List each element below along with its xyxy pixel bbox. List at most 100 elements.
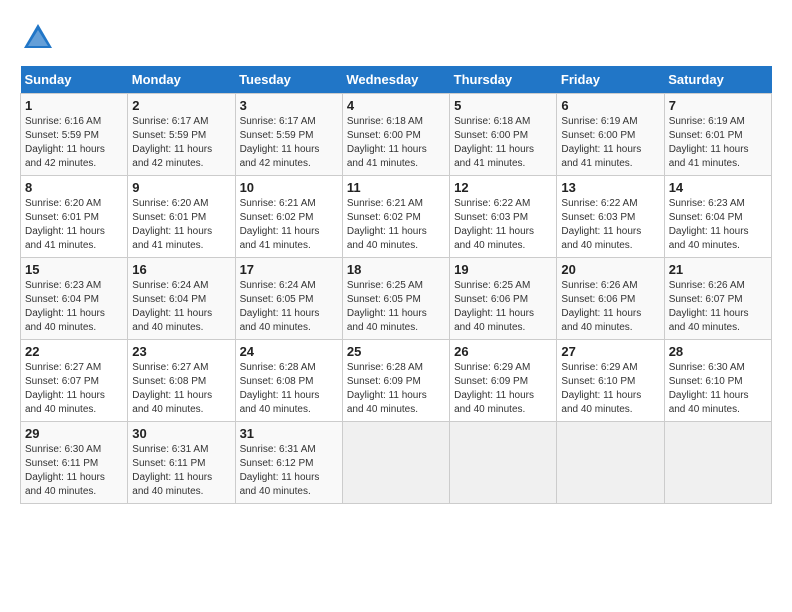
day-info: Sunrise: 6:16 AM Sunset: 5:59 PM Dayligh… [25, 115, 123, 171]
header-friday: Friday [557, 66, 664, 94]
day-info: Sunrise: 6:25 AM Sunset: 6:05 PM Dayligh… [347, 279, 445, 335]
day-info: Sunrise: 6:18 AM Sunset: 6:00 PM Dayligh… [454, 115, 552, 171]
week-row-4: 29Sunrise: 6:30 AM Sunset: 6:11 PM Dayli… [21, 422, 772, 504]
calendar-cell: 30 Sunrise: 6:31 AM Sunset: 6:11 PM Dayli… [128, 422, 235, 504]
day-number: 28 [669, 344, 767, 359]
header-saturday: Saturday [664, 66, 771, 94]
day-info: Sunrise: 6:17 AM Sunset: 5:59 PM Dayligh… [240, 115, 338, 171]
day-number: 26 [454, 344, 552, 359]
calendar-cell: 20 Sunrise: 6:26 AM Sunset: 6:06 PM Dayli… [557, 258, 664, 340]
calendar-cell [664, 422, 771, 504]
day-number: 21 [669, 262, 767, 277]
calendar-cell [557, 422, 664, 504]
calendar-cell: 29Sunrise: 6:30 AM Sunset: 6:11 PM Dayli… [21, 422, 128, 504]
day-info: Sunrise: 6:23 AM Sunset: 6:04 PM Dayligh… [669, 197, 767, 253]
calendar-cell: 4 Sunrise: 6:18 AM Sunset: 6:00 PM Daylig… [342, 94, 449, 176]
calendar-cell: 11 Sunrise: 6:21 AM Sunset: 6:02 PM Dayli… [342, 176, 449, 258]
day-info: Sunrise: 6:22 AM Sunset: 6:03 PM Dayligh… [454, 197, 552, 253]
day-number: 15 [25, 262, 123, 277]
day-number: 24 [240, 344, 338, 359]
day-number: 19 [454, 262, 552, 277]
header [20, 20, 772, 56]
calendar-cell: 23 Sunrise: 6:27 AM Sunset: 6:08 PM Dayli… [128, 340, 235, 422]
day-info: Sunrise: 6:19 AM Sunset: 6:00 PM Dayligh… [561, 115, 659, 171]
calendar-cell: 31Sunrise: 6:31 AM Sunset: 6:12 PM Dayli… [235, 422, 342, 504]
day-number: 11 [347, 180, 445, 195]
header-tuesday: Tuesday [235, 66, 342, 94]
day-info: Sunrise: 6:24 AM Sunset: 6:05 PM Dayligh… [240, 279, 338, 335]
day-info: Sunrise: 6:31 AM Sunset: 6:11 PM Dayligh… [132, 443, 230, 499]
calendar-cell: 21 Sunrise: 6:26 AM Sunset: 6:07 PM Dayli… [664, 258, 771, 340]
calendar-table: SundayMondayTuesdayWednesdayThursdayFrid… [20, 66, 772, 504]
day-number: 13 [561, 180, 659, 195]
day-info: Sunrise: 6:28 AM Sunset: 6:09 PM Dayligh… [347, 361, 445, 417]
week-row-3: 22 Sunrise: 6:27 AM Sunset: 6:07 PM Dayli… [21, 340, 772, 422]
header-sunday: Sunday [21, 66, 128, 94]
calendar-cell: 28 Sunrise: 6:30 AM Sunset: 6:10 PM Dayli… [664, 340, 771, 422]
day-number: 1 [25, 98, 123, 113]
calendar-cell [450, 422, 557, 504]
calendar-cell: 5 Sunrise: 6:18 AM Sunset: 6:00 PM Daylig… [450, 94, 557, 176]
day-info: Sunrise: 6:20 AM Sunset: 6:01 PM Dayligh… [132, 197, 230, 253]
day-info: Sunrise: 6:22 AM Sunset: 6:03 PM Dayligh… [561, 197, 659, 253]
day-info: Sunrise: 6:19 AM Sunset: 6:01 PM Dayligh… [669, 115, 767, 171]
day-info: Sunrise: 6:28 AM Sunset: 6:08 PM Dayligh… [240, 361, 338, 417]
header-row: SundayMondayTuesdayWednesdayThursdayFrid… [21, 66, 772, 94]
day-info: Sunrise: 6:29 AM Sunset: 6:10 PM Dayligh… [561, 361, 659, 417]
day-info: Sunrise: 6:29 AM Sunset: 6:09 PM Dayligh… [454, 361, 552, 417]
day-info: Sunrise: 6:26 AM Sunset: 6:06 PM Dayligh… [561, 279, 659, 335]
calendar-cell: 7 Sunrise: 6:19 AM Sunset: 6:01 PM Daylig… [664, 94, 771, 176]
calendar-cell: 27 Sunrise: 6:29 AM Sunset: 6:10 PM Dayli… [557, 340, 664, 422]
day-number: 22 [25, 344, 123, 359]
calendar-cell: 9 Sunrise: 6:20 AM Sunset: 6:01 PM Daylig… [128, 176, 235, 258]
header-thursday: Thursday [450, 66, 557, 94]
calendar-cell: 10 Sunrise: 6:21 AM Sunset: 6:02 PM Dayli… [235, 176, 342, 258]
calendar-cell: 26 Sunrise: 6:29 AM Sunset: 6:09 PM Dayli… [450, 340, 557, 422]
calendar-cell [342, 422, 449, 504]
day-info: Sunrise: 6:27 AM Sunset: 6:08 PM Dayligh… [132, 361, 230, 417]
week-row-1: 8 Sunrise: 6:20 AM Sunset: 6:01 PM Daylig… [21, 176, 772, 258]
header-monday: Monday [128, 66, 235, 94]
day-info: Sunrise: 6:24 AM Sunset: 6:04 PM Dayligh… [132, 279, 230, 335]
calendar-cell: 2 Sunrise: 6:17 AM Sunset: 5:59 PM Daylig… [128, 94, 235, 176]
day-info: Sunrise: 6:17 AM Sunset: 5:59 PM Dayligh… [132, 115, 230, 171]
day-info: Sunrise: 6:18 AM Sunset: 6:00 PM Dayligh… [347, 115, 445, 171]
calendar-cell: 19Sunrise: 6:25 AM Sunset: 6:06 PM Dayli… [450, 258, 557, 340]
day-number: 25 [347, 344, 445, 359]
day-number: 5 [454, 98, 552, 113]
day-info: Sunrise: 6:27 AM Sunset: 6:07 PM Dayligh… [25, 361, 123, 417]
calendar-cell: 14Sunrise: 6:23 AM Sunset: 6:04 PM Dayli… [664, 176, 771, 258]
day-info: Sunrise: 6:26 AM Sunset: 6:07 PM Dayligh… [669, 279, 767, 335]
day-number: 30 [132, 426, 230, 441]
day-number: 8 [25, 180, 123, 195]
day-number: 16 [132, 262, 230, 277]
day-number: 20 [561, 262, 659, 277]
day-number: 4 [347, 98, 445, 113]
day-number: 31 [240, 426, 338, 441]
day-number: 7 [669, 98, 767, 113]
day-info: Sunrise: 6:21 AM Sunset: 6:02 PM Dayligh… [240, 197, 338, 253]
calendar-cell: 1 Sunrise: 6:16 AM Sunset: 5:59 PM Daylig… [21, 94, 128, 176]
calendar-cell: 15 Sunrise: 6:23 AM Sunset: 6:04 PM Dayli… [21, 258, 128, 340]
calendar-cell: 18 Sunrise: 6:25 AM Sunset: 6:05 PM Dayli… [342, 258, 449, 340]
day-info: Sunrise: 6:21 AM Sunset: 6:02 PM Dayligh… [347, 197, 445, 253]
day-number: 12 [454, 180, 552, 195]
day-number: 9 [132, 180, 230, 195]
day-number: 29 [25, 426, 123, 441]
day-info: Sunrise: 6:23 AM Sunset: 6:04 PM Dayligh… [25, 279, 123, 335]
day-info: Sunrise: 6:30 AM Sunset: 6:10 PM Dayligh… [669, 361, 767, 417]
calendar-cell: 16 Sunrise: 6:24 AM Sunset: 6:04 PM Dayli… [128, 258, 235, 340]
day-number: 3 [240, 98, 338, 113]
calendar-cell: 25 Sunrise: 6:28 AM Sunset: 6:09 PM Dayli… [342, 340, 449, 422]
day-number: 2 [132, 98, 230, 113]
day-number: 27 [561, 344, 659, 359]
calendar-cell: 6 Sunrise: 6:19 AM Sunset: 6:00 PM Daylig… [557, 94, 664, 176]
day-number: 6 [561, 98, 659, 113]
day-number: 10 [240, 180, 338, 195]
calendar-cell: 17Sunrise: 6:24 AM Sunset: 6:05 PM Dayli… [235, 258, 342, 340]
week-row-0: 1 Sunrise: 6:16 AM Sunset: 5:59 PM Daylig… [21, 94, 772, 176]
day-info: Sunrise: 6:20 AM Sunset: 6:01 PM Dayligh… [25, 197, 123, 253]
day-number: 18 [347, 262, 445, 277]
week-row-2: 15 Sunrise: 6:23 AM Sunset: 6:04 PM Dayli… [21, 258, 772, 340]
day-number: 23 [132, 344, 230, 359]
